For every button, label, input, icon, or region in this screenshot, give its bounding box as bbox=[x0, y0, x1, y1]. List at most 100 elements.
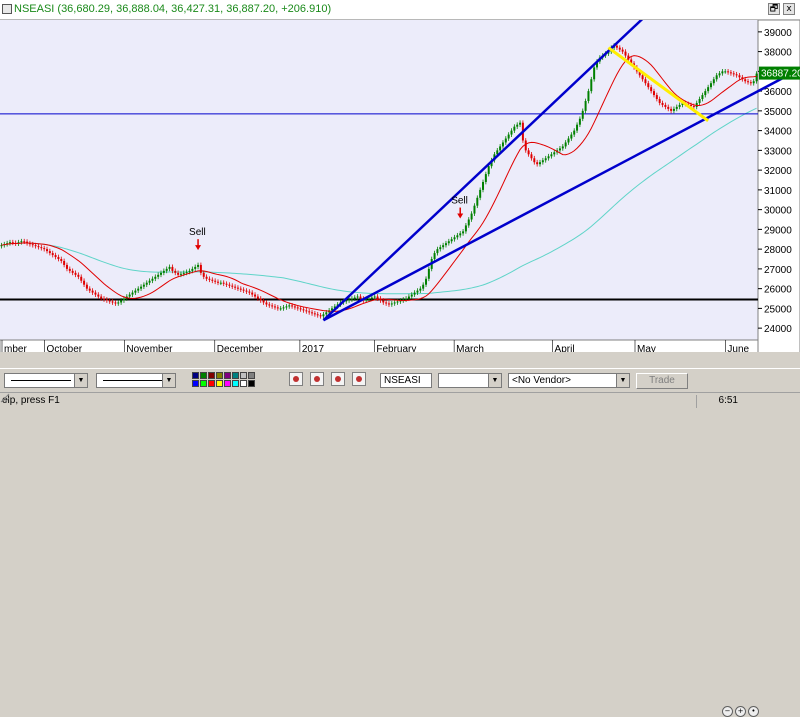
candle-body bbox=[590, 79, 593, 92]
candle-body bbox=[285, 306, 288, 308]
candle-body bbox=[487, 166, 490, 175]
color-swatch[interactable] bbox=[192, 380, 199, 387]
candle-body bbox=[239, 288, 242, 290]
candle-body bbox=[54, 255, 57, 258]
price-chart[interactable]: 24000 25000 26000 27000 28000 29000 30000 31000… bbox=[0, 20, 800, 358]
indicator-icon[interactable] bbox=[289, 372, 303, 386]
chevron-down-icon: ▼ bbox=[74, 374, 87, 387]
candle-body bbox=[85, 284, 88, 289]
candle-body bbox=[299, 308, 302, 310]
color-swatch[interactable] bbox=[224, 380, 231, 387]
candle-body bbox=[231, 285, 234, 287]
candle-body bbox=[447, 241, 450, 244]
close-window-button[interactable]: x bbox=[783, 3, 795, 15]
candle-body bbox=[105, 299, 108, 301]
restore-window-button[interactable]: 🗗 bbox=[768, 3, 780, 15]
chart-area[interactable]: 24000 25000 26000 27000 28000 29000 30000 31000… bbox=[0, 20, 800, 358]
color-swatch[interactable] bbox=[224, 372, 231, 379]
indicator-icon[interactable] bbox=[352, 372, 366, 386]
y-tick-label: 29000 bbox=[764, 225, 792, 236]
candle-body bbox=[547, 156, 550, 159]
candle-body bbox=[576, 124, 579, 131]
candle-body bbox=[476, 197, 479, 206]
symbol-field[interactable]: NSEASI bbox=[380, 373, 432, 388]
candle-body bbox=[581, 110, 584, 119]
candle-body bbox=[564, 142, 567, 147]
candle-body bbox=[462, 231, 465, 234]
candle-body bbox=[216, 281, 219, 283]
candle-body bbox=[273, 306, 276, 308]
candle-body bbox=[519, 122, 522, 125]
candle-body bbox=[405, 298, 408, 300]
color-swatch[interactable] bbox=[200, 372, 207, 379]
candle-body bbox=[373, 296, 376, 298]
y-tick-label: 38000 bbox=[764, 48, 792, 59]
candle-body bbox=[74, 272, 77, 275]
candle-body bbox=[587, 91, 590, 101]
candle-body bbox=[162, 270, 165, 273]
color-swatch[interactable] bbox=[200, 380, 207, 387]
candle-body bbox=[65, 264, 68, 269]
status-bar: elp, press F1 6:51 bbox=[0, 392, 800, 409]
candle-body bbox=[222, 282, 225, 284]
candle-body bbox=[735, 74, 738, 76]
candle-body bbox=[154, 276, 157, 279]
candle-body bbox=[658, 99, 661, 103]
candle-body bbox=[122, 298, 125, 301]
candle-body bbox=[584, 100, 587, 111]
chart-window-icon[interactable] bbox=[2, 4, 12, 14]
color-swatch[interactable] bbox=[248, 380, 255, 387]
candle-body bbox=[305, 310, 308, 312]
candle-body bbox=[100, 296, 103, 299]
candle-body bbox=[348, 299, 351, 301]
y-tick-label: 34000 bbox=[764, 127, 792, 138]
candle-body bbox=[482, 181, 485, 190]
candle-body bbox=[675, 106, 678, 109]
candle-body bbox=[174, 270, 177, 273]
color-swatch[interactable] bbox=[232, 380, 239, 387]
zoom-out-icon[interactable]: − bbox=[722, 706, 733, 717]
candle-body bbox=[436, 249, 439, 254]
color-swatch[interactable] bbox=[240, 372, 247, 379]
candle-body bbox=[259, 298, 262, 301]
zoom-reset-icon[interactable]: • bbox=[748, 706, 759, 717]
candle-body bbox=[755, 73, 758, 82]
candle-body bbox=[507, 134, 510, 139]
color-swatch[interactable] bbox=[216, 372, 223, 379]
line-width-preview bbox=[103, 380, 163, 381]
candle-body bbox=[655, 95, 658, 100]
color-swatch[interactable] bbox=[216, 380, 223, 387]
period-select[interactable]: ▼ bbox=[438, 373, 502, 388]
candle-body bbox=[553, 152, 556, 155]
candle-body bbox=[721, 71, 724, 74]
candle-body bbox=[464, 225, 467, 232]
candle-body bbox=[68, 268, 71, 271]
zoom-in-icon[interactable]: + bbox=[735, 706, 746, 717]
trade-button[interactable]: Trade bbox=[636, 373, 688, 389]
status-text: elp, press F1 bbox=[2, 395, 60, 406]
candle-body bbox=[370, 297, 373, 299]
color-swatch[interactable] bbox=[248, 372, 255, 379]
y-tick-label: 36000 bbox=[764, 87, 792, 98]
color-swatch[interactable] bbox=[192, 372, 199, 379]
candle-body bbox=[442, 245, 445, 248]
resize-grip-icon[interactable] bbox=[0, 393, 10, 403]
indicator-icon[interactable] bbox=[310, 372, 324, 386]
candle-body bbox=[672, 108, 675, 111]
color-swatch[interactable] bbox=[208, 372, 215, 379]
line-width-select[interactable]: ▼ bbox=[96, 373, 176, 388]
candle-body bbox=[103, 298, 106, 300]
candle-body bbox=[387, 303, 390, 305]
candle-body bbox=[453, 237, 456, 240]
candle-body bbox=[182, 272, 185, 274]
chevron-down-icon: ▼ bbox=[162, 374, 175, 387]
indicator-icon[interactable] bbox=[331, 372, 345, 386]
vendor-select[interactable]: <No Vendor> ▼ bbox=[508, 373, 630, 388]
color-swatch[interactable] bbox=[240, 380, 247, 387]
color-palette[interactable] bbox=[192, 372, 256, 388]
candle-body bbox=[527, 150, 530, 155]
color-swatch[interactable] bbox=[208, 380, 215, 387]
color-swatch[interactable] bbox=[232, 372, 239, 379]
candle-body bbox=[393, 302, 396, 304]
line-color-select[interactable]: ▼ bbox=[4, 373, 88, 388]
